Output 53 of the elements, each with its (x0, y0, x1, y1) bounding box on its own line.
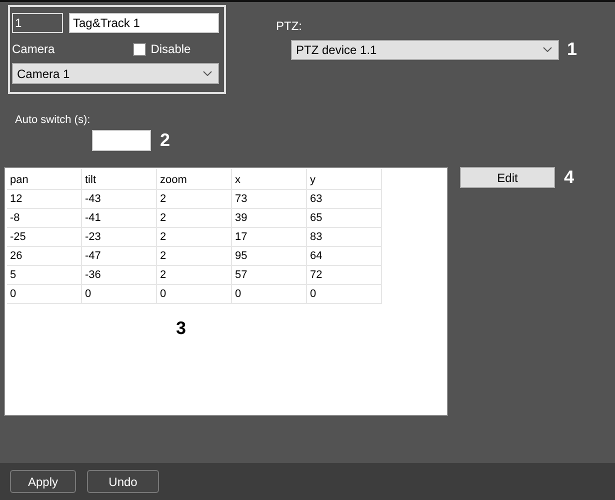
caret-icon (203, 71, 212, 76)
table-cell: 5 (7, 266, 82, 285)
table-cell: 0 (232, 285, 307, 304)
auto-switch-field[interactable] (92, 130, 151, 151)
id-field[interactable]: 1 (12, 13, 63, 33)
table-cell: 0 (307, 285, 382, 304)
table-cell: 2 (157, 209, 232, 228)
table-cell: 0 (7, 285, 82, 304)
callout-number: 1 (567, 39, 578, 60)
table-cell: -36 (82, 266, 157, 285)
table-cell: -43 (82, 190, 157, 209)
edit-button[interactable]: Edit (460, 167, 555, 188)
table-cell: 83 (307, 228, 382, 247)
table-cell: -47 (82, 247, 157, 266)
table-cell: 2 (157, 247, 232, 266)
column-header: x (232, 169, 307, 190)
column-header: tilt (82, 169, 157, 190)
table-cell: 63 (307, 190, 382, 209)
table-cell: 65 (307, 209, 382, 228)
disable-checkbox[interactable]: Disable (132, 42, 191, 56)
ptz-dropdown[interactable]: PTZ device 1.1 (291, 40, 559, 60)
callout-number: 4 (564, 167, 574, 188)
ptz-label: PTZ: (276, 19, 303, 33)
table-cell: -8 (7, 209, 82, 228)
table-cell: 12 (7, 190, 82, 209)
callout-number: 3 (176, 318, 186, 339)
table-cell: 2 (157, 190, 232, 209)
footer-button[interactable]: Undo (87, 470, 159, 493)
table-cell: -23 (82, 228, 157, 247)
table-cell: 0 (82, 285, 157, 304)
callout-number: 2 (160, 130, 170, 151)
table-cell: 39 (232, 209, 307, 228)
table-cell: 2 (157, 266, 232, 285)
footer-button[interactable]: Apply (10, 470, 76, 493)
table-cell: 2 (157, 228, 232, 247)
table-cell: 57 (232, 266, 307, 285)
table-cell: -41 (82, 209, 157, 228)
column-header: y (307, 169, 382, 190)
table-cell: 72 (307, 266, 382, 285)
table-cell: 95 (232, 247, 307, 266)
caret-icon (543, 47, 552, 52)
table-cell: -25 (7, 228, 82, 247)
camera-label: Camera (12, 42, 55, 56)
column-header: zoom (157, 169, 232, 190)
auto-switch-label: Auto switch (s): (15, 114, 92, 126)
name-field[interactable]: Tag&Track 1 (69, 13, 219, 33)
table-cell: 17 (232, 228, 307, 247)
table-cell: 0 (157, 285, 232, 304)
table-cell: 73 (232, 190, 307, 209)
table-cell: 64 (307, 247, 382, 266)
table-cell: 26 (7, 247, 82, 266)
camera-dropdown[interactable]: Camera 1 (12, 63, 219, 84)
column-header: pan (7, 169, 82, 190)
